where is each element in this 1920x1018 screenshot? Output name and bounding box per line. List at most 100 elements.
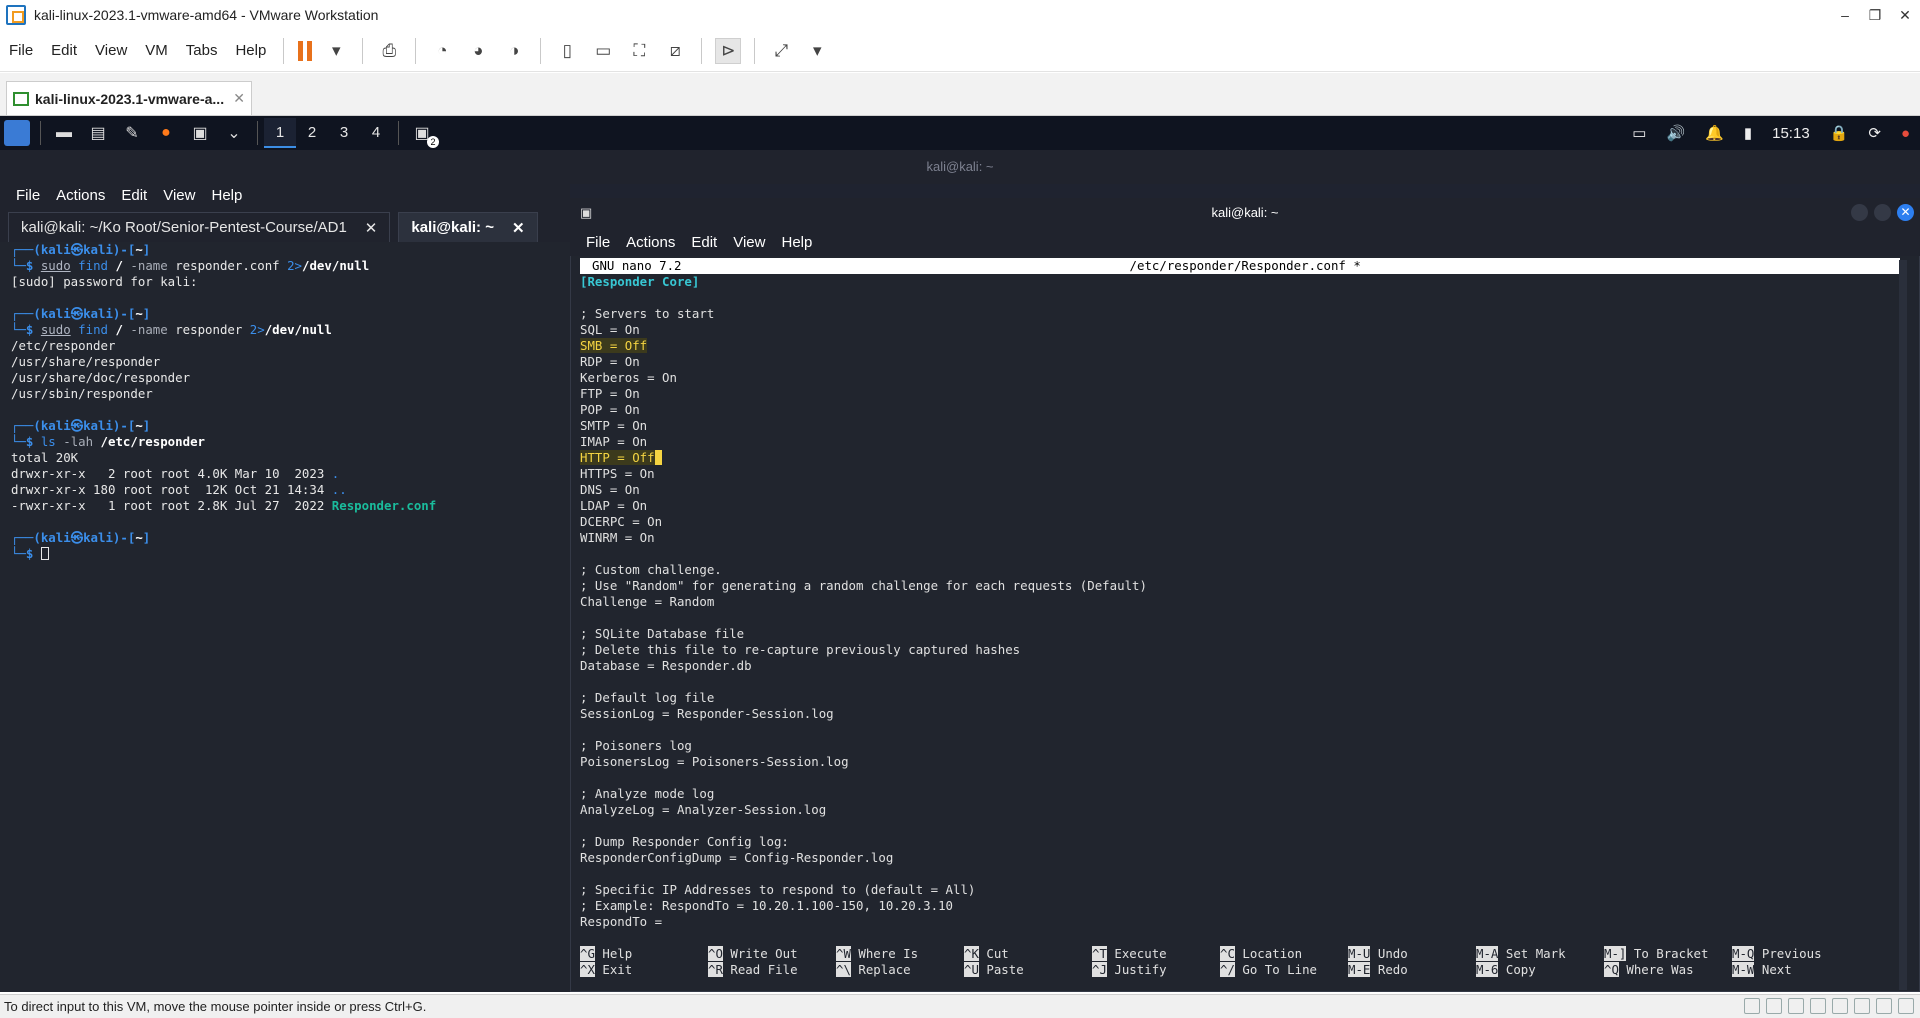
chevron-down-icon[interactable]: ▾: [323, 38, 349, 64]
chevron-down-icon[interactable]: ▾: [804, 38, 830, 64]
vm-tab[interactable]: kali-linux-2023.1-vmware-a... ✕: [6, 81, 252, 115]
chevron-down-icon[interactable]: ⌄: [221, 120, 247, 146]
shortcut-copy[interactable]: M-6 Copy: [1476, 962, 1604, 978]
pause-vm-button[interactable]: [298, 40, 313, 61]
lock-icon[interactable]: 🔒: [1830, 124, 1849, 142]
text-editor-icon[interactable]: ✎: [119, 120, 145, 146]
volume-icon[interactable]: 🔊: [1666, 124, 1685, 142]
shortcut-to-bracket[interactable]: M-] To Bracket: [1604, 946, 1732, 962]
workspace-1[interactable]: 1: [264, 118, 296, 148]
library-view-icon[interactable]: ▯: [554, 38, 580, 64]
display-icon[interactable]: [1876, 998, 1892, 1014]
shortcut-write-out[interactable]: ^O Write Out: [708, 946, 836, 962]
minimize-button[interactable]: [1851, 204, 1868, 221]
thumbnail-view-icon[interactable]: ▭: [590, 38, 616, 64]
shortcut-go-to-line[interactable]: ^/ Go To Line: [1220, 962, 1348, 978]
hard-disk-icon[interactable]: [1744, 998, 1760, 1014]
term-menu-view[interactable]: View: [725, 234, 773, 251]
shortcut-exit[interactable]: ^X Exit: [580, 962, 708, 978]
send-ctrl-alt-del-icon[interactable]: ⎙: [376, 38, 402, 64]
shortcut-redo[interactable]: M-E Redo: [1348, 962, 1476, 978]
shortcut-execute[interactable]: ^T Execute: [1092, 946, 1220, 962]
config-line: ; Specific IP Addresses to respond to (d…: [580, 882, 976, 897]
config-line: [580, 770, 1900, 786]
shortcut-help[interactable]: ^G Help: [580, 946, 708, 962]
terminal-left-output[interactable]: ┌──(kali㉿kali)-[~] └─$ sudo find / -name…: [0, 242, 570, 992]
config-line: WINRM = On: [580, 530, 655, 545]
full-screen-icon[interactable]: ⛶: [626, 38, 652, 64]
term-menu-file[interactable]: File: [8, 187, 48, 204]
message-icon[interactable]: [1898, 998, 1914, 1014]
term-menu-help[interactable]: Help: [203, 187, 250, 204]
usb-icon[interactable]: [1810, 998, 1826, 1014]
close-button[interactable]: ✕: [1890, 0, 1920, 30]
shortcut-justify[interactable]: ^J Justify: [1092, 962, 1220, 978]
term-menu-view[interactable]: View: [155, 187, 203, 204]
minimize-button[interactable]: –: [1830, 0, 1860, 30]
chrome-icon[interactable]: ●: [1901, 125, 1910, 142]
menu-edit[interactable]: Edit: [42, 42, 86, 59]
terminal-scrollbar[interactable]: [1899, 260, 1907, 990]
menu-file[interactable]: File: [0, 42, 42, 59]
network-icon[interactable]: [1788, 998, 1804, 1014]
nano-title-bar: GNU nano 7.2/etc/responder/Responder.con…: [580, 258, 1900, 274]
shortcut-replace[interactable]: ^\ Replace: [836, 962, 964, 978]
show-desktop-icon[interactable]: ▬: [51, 120, 77, 146]
menu-tabs[interactable]: Tabs: [177, 42, 227, 59]
unity-icon[interactable]: ⧄: [662, 38, 688, 64]
shortcut-where-was[interactable]: ^Q Where Was: [1604, 962, 1732, 978]
terminal-tab-ad1[interactable]: kali@kali: ~/Ko Root/Senior-Pentest-Cour…: [8, 212, 391, 242]
file-manager-icon[interactable]: ▤: [85, 120, 111, 146]
nano-editor[interactable]: GNU nano 7.2/etc/responder/Responder.con…: [580, 258, 1900, 988]
shortcut-next[interactable]: M-W Next: [1732, 962, 1860, 978]
term-menu-edit[interactable]: Edit: [113, 187, 155, 204]
firefox-icon[interactable]: ●: [153, 120, 179, 146]
revert-snapshot-icon[interactable]: ◕: [465, 38, 491, 64]
close-tab-icon[interactable]: ✕: [233, 90, 245, 107]
notification-bell-icon[interactable]: 🔔: [1705, 124, 1724, 142]
shortcut-previous[interactable]: M-Q Previous: [1732, 946, 1860, 962]
snapshot-manager-icon[interactable]: ◑: [501, 38, 527, 64]
close-tab-icon[interactable]: ✕: [365, 219, 378, 237]
shortcut-where-is[interactable]: ^W Where Is: [836, 946, 964, 962]
terminal-right-menubar: File Actions Edit View Help: [570, 228, 1920, 256]
workspace-3[interactable]: 3: [328, 118, 360, 148]
shortcut-location[interactable]: ^C Location: [1220, 946, 1348, 962]
menu-vm[interactable]: VM: [136, 42, 177, 59]
kali-menu-icon[interactable]: [4, 120, 30, 146]
term-menu-edit[interactable]: Edit: [683, 234, 725, 251]
shortcut-cut[interactable]: ^K Cut: [964, 946, 1092, 962]
shortcut-undo[interactable]: M-U Undo: [1348, 946, 1476, 962]
restore-button[interactable]: ❐: [1860, 0, 1890, 30]
logout-icon[interactable]: ⟳: [1868, 124, 1881, 142]
config-line: ; Custom challenge.: [580, 562, 722, 577]
cd-drive-icon[interactable]: [1766, 998, 1782, 1014]
maximize-button[interactable]: [1874, 204, 1891, 221]
battery-icon[interactable]: ▮: [1744, 124, 1752, 142]
menu-help[interactable]: Help: [226, 42, 275, 59]
shortcut-set-mark[interactable]: M-A Set Mark: [1476, 946, 1604, 962]
close-tab-icon[interactable]: ✕: [512, 219, 525, 237]
terminal-task-icon[interactable]: ▣ 2: [409, 120, 439, 148]
terminal-icon[interactable]: ▣: [187, 120, 213, 146]
printer-icon[interactable]: [1854, 998, 1870, 1014]
close-icon[interactable]: ✕: [1897, 204, 1914, 221]
sound-icon[interactable]: [1832, 998, 1848, 1014]
term-menu-help[interactable]: Help: [773, 234, 820, 251]
workspace-2[interactable]: 2: [296, 118, 328, 148]
clock[interactable]: 15:13: [1772, 125, 1810, 142]
workspace-4[interactable]: 4: [360, 118, 392, 148]
console-view-icon[interactable]: ⊳: [715, 37, 742, 64]
snapshot-icon[interactable]: ◔: [429, 38, 455, 64]
term-menu-actions[interactable]: Actions: [48, 187, 113, 204]
stretch-icon[interactable]: ⤢: [768, 38, 794, 64]
shortcut-read-file[interactable]: ^R Read File: [708, 962, 836, 978]
shortcut-paste[interactable]: ^U Paste: [964, 962, 1092, 978]
term-menu-actions[interactable]: Actions: [618, 234, 683, 251]
terminal-tab-home[interactable]: kali@kali: ~ ✕: [398, 212, 538, 242]
display-icon[interactable]: ▭: [1632, 124, 1646, 142]
toolbar-separator: [540, 37, 542, 64]
term-menu-file[interactable]: File: [578, 234, 618, 251]
menu-view[interactable]: View: [86, 42, 136, 59]
